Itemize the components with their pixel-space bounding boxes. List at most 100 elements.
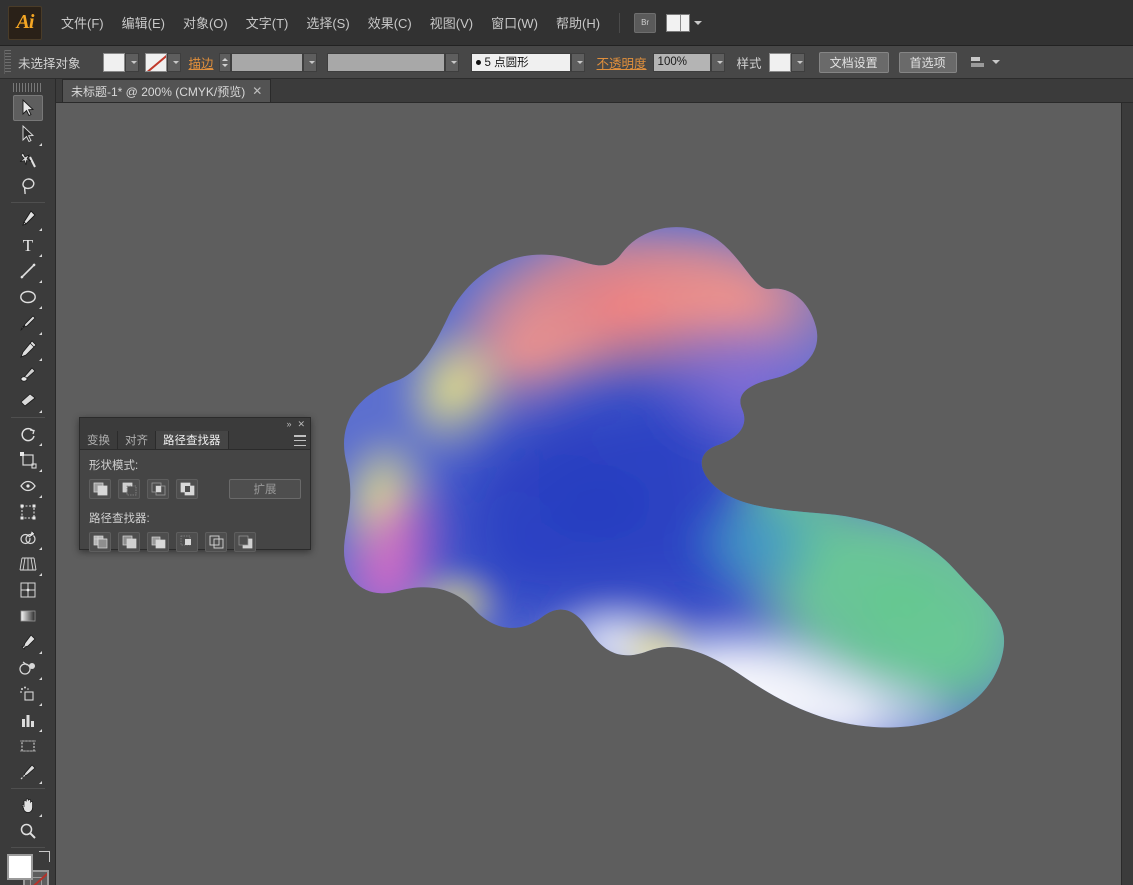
brush-definition-input[interactable]: 5 点圆形 xyxy=(470,52,571,72)
panel-tab-pathfinder[interactable]: 路径查找器 xyxy=(156,431,229,449)
column-graph-tool[interactable] xyxy=(13,707,43,733)
fill-swatch[interactable] xyxy=(102,52,125,72)
menu-edit[interactable]: 编辑(E) xyxy=(113,9,174,36)
document-tab[interactable]: 未标题-1* @ 200% (CMYK/预览) ✕ xyxy=(62,79,272,102)
lasso-tool[interactable] xyxy=(13,173,43,199)
expand-button[interactable]: 扩展 xyxy=(229,479,301,499)
crop-button[interactable] xyxy=(176,532,198,552)
menu-divider xyxy=(619,12,621,33)
menu-type[interactable]: 文字(T) xyxy=(237,9,298,36)
divide-button[interactable] xyxy=(89,532,111,552)
control-bar-grip[interactable] xyxy=(4,50,11,74)
tools-panel-grip[interactable] xyxy=(12,83,43,92)
app-logo-icon: Ai xyxy=(8,5,42,40)
preferences-button[interactable]: 首选项 xyxy=(898,51,957,73)
document-setup-button[interactable]: 文档设置 xyxy=(818,51,889,73)
stroke-swatch[interactable] xyxy=(144,52,167,72)
eyedropper-tool[interactable] xyxy=(13,629,43,655)
menu-effect[interactable]: 效果(C) xyxy=(359,9,421,36)
width-tool[interactable] xyxy=(13,473,43,499)
shape-builder-tool[interactable] xyxy=(13,525,43,551)
artboard-tool[interactable] xyxy=(13,733,43,759)
stroke-profile-chevron-down-icon[interactable] xyxy=(444,52,459,72)
shape-modes-label: 形状模式: xyxy=(89,460,139,472)
workspace-switcher-icon[interactable] xyxy=(666,13,691,32)
paintbrush-tool[interactable] xyxy=(13,310,43,336)
opacity-label[interactable]: 不透明度 xyxy=(597,53,647,72)
style-chevron-down-icon[interactable] xyxy=(790,52,805,72)
stroke-link-label[interactable]: 描边 xyxy=(189,53,214,72)
collapse-icon[interactable]: » xyxy=(286,420,291,429)
rotate-tool[interactable] xyxy=(13,421,43,447)
slice-tool[interactable] xyxy=(13,759,43,785)
menu-file[interactable]: 文件(F) xyxy=(52,9,113,36)
free-transform-tool[interactable] xyxy=(13,499,43,525)
hand-tool[interactable] xyxy=(13,792,43,818)
panel-body: 形状模式: 扩展 路径查找器: xyxy=(80,450,310,552)
menu-select[interactable]: 选择(S) xyxy=(297,9,358,36)
graphic-style-swatch[interactable] xyxy=(768,52,791,72)
blob-brush-tool[interactable] xyxy=(13,362,43,388)
scale-tool[interactable] xyxy=(13,447,43,473)
stroke-weight-input[interactable] xyxy=(230,52,303,72)
brush-chevron-down-icon[interactable] xyxy=(570,52,585,72)
menu-help[interactable]: 帮助(H) xyxy=(547,9,609,36)
fill-stroke-indicator xyxy=(6,851,50,885)
brush-preview-icon xyxy=(475,59,481,65)
menu-window[interactable]: 窗口(W) xyxy=(482,9,547,36)
tools-panel: T xyxy=(0,79,56,885)
close-icon[interactable]: ✕ xyxy=(252,85,262,97)
panel-title-bar[interactable]: » ✕ xyxy=(80,418,310,431)
stroke-chevron-down-icon[interactable] xyxy=(166,52,181,72)
type-tool[interactable]: T xyxy=(13,232,43,258)
minus-back-button[interactable] xyxy=(234,532,256,552)
stroke-weight-stepper[interactable] xyxy=(218,52,231,72)
shape-modes-row: 扩展 xyxy=(89,479,301,499)
ellipse-tool[interactable] xyxy=(13,284,43,310)
style-label: 样式 xyxy=(736,56,762,71)
mesh-tool[interactable] xyxy=(13,577,43,603)
fill-color-swatch[interactable] xyxy=(6,854,33,880)
align-options-icon[interactable] xyxy=(969,54,1000,70)
fill-chevron-down-icon[interactable] xyxy=(124,52,139,72)
document-tab-bar: 未标题-1* @ 200% (CMYK/预览) ✕ xyxy=(56,79,1133,103)
perspective-grid-tool[interactable] xyxy=(13,551,43,577)
direct-selection-tool[interactable] xyxy=(13,121,43,147)
mesh-fill xyxy=(344,227,1005,728)
panel-menu-icon[interactable] xyxy=(294,435,306,446)
panel-tab-transform[interactable]: 变换 xyxy=(80,431,118,449)
outline-button[interactable] xyxy=(205,532,227,552)
control-bar: 未选择对象 描边 5 点圆形 不透明度 100% 样式 文档设置 首选项 xyxy=(0,46,1133,79)
close-icon[interactable]: ✕ xyxy=(297,420,305,429)
menu-object[interactable]: 对象(O) xyxy=(174,9,237,36)
gradient-tool[interactable] xyxy=(13,603,43,629)
svg-text:T: T xyxy=(22,236,33,254)
selection-tool[interactable] xyxy=(12,95,43,121)
panel-tab-align[interactable]: 对齐 xyxy=(118,431,156,449)
pen-tool[interactable] xyxy=(13,206,43,232)
unite-button[interactable] xyxy=(89,479,111,499)
eraser-tool[interactable] xyxy=(13,388,43,414)
opacity-input[interactable]: 100% xyxy=(652,52,711,72)
menu-view[interactable]: 视图(V) xyxy=(421,9,482,36)
pathfinder-panel[interactable]: » ✕ 变换 对齐 路径查找器 形状模式: 扩展 路径查找器: xyxy=(79,417,311,552)
workspace-chevron-down-icon[interactable] xyxy=(694,20,703,25)
magic-wand-tool[interactable] xyxy=(13,147,43,173)
opacity-chevron-down-icon[interactable] xyxy=(710,52,725,72)
trim-button[interactable] xyxy=(118,532,140,552)
intersect-button[interactable] xyxy=(147,479,169,499)
blend-tool[interactable] xyxy=(13,655,43,681)
right-panel-dock[interactable] xyxy=(1121,103,1133,885)
stroke-profile-input[interactable] xyxy=(326,52,445,72)
merge-button[interactable] xyxy=(147,532,169,552)
swap-fill-stroke-icon[interactable] xyxy=(38,851,50,862)
pencil-tool[interactable] xyxy=(13,336,43,362)
pathfinders-label: 路径查找器: xyxy=(89,513,150,525)
bridge-icon[interactable]: Br xyxy=(634,12,657,33)
stroke-weight-chevron-down-icon[interactable] xyxy=(302,52,317,72)
minus-front-button[interactable] xyxy=(118,479,140,499)
zoom-tool[interactable] xyxy=(13,818,43,844)
exclude-button[interactable] xyxy=(176,479,198,499)
line-segment-tool[interactable] xyxy=(13,258,43,284)
symbol-sprayer-tool[interactable] xyxy=(13,681,43,707)
